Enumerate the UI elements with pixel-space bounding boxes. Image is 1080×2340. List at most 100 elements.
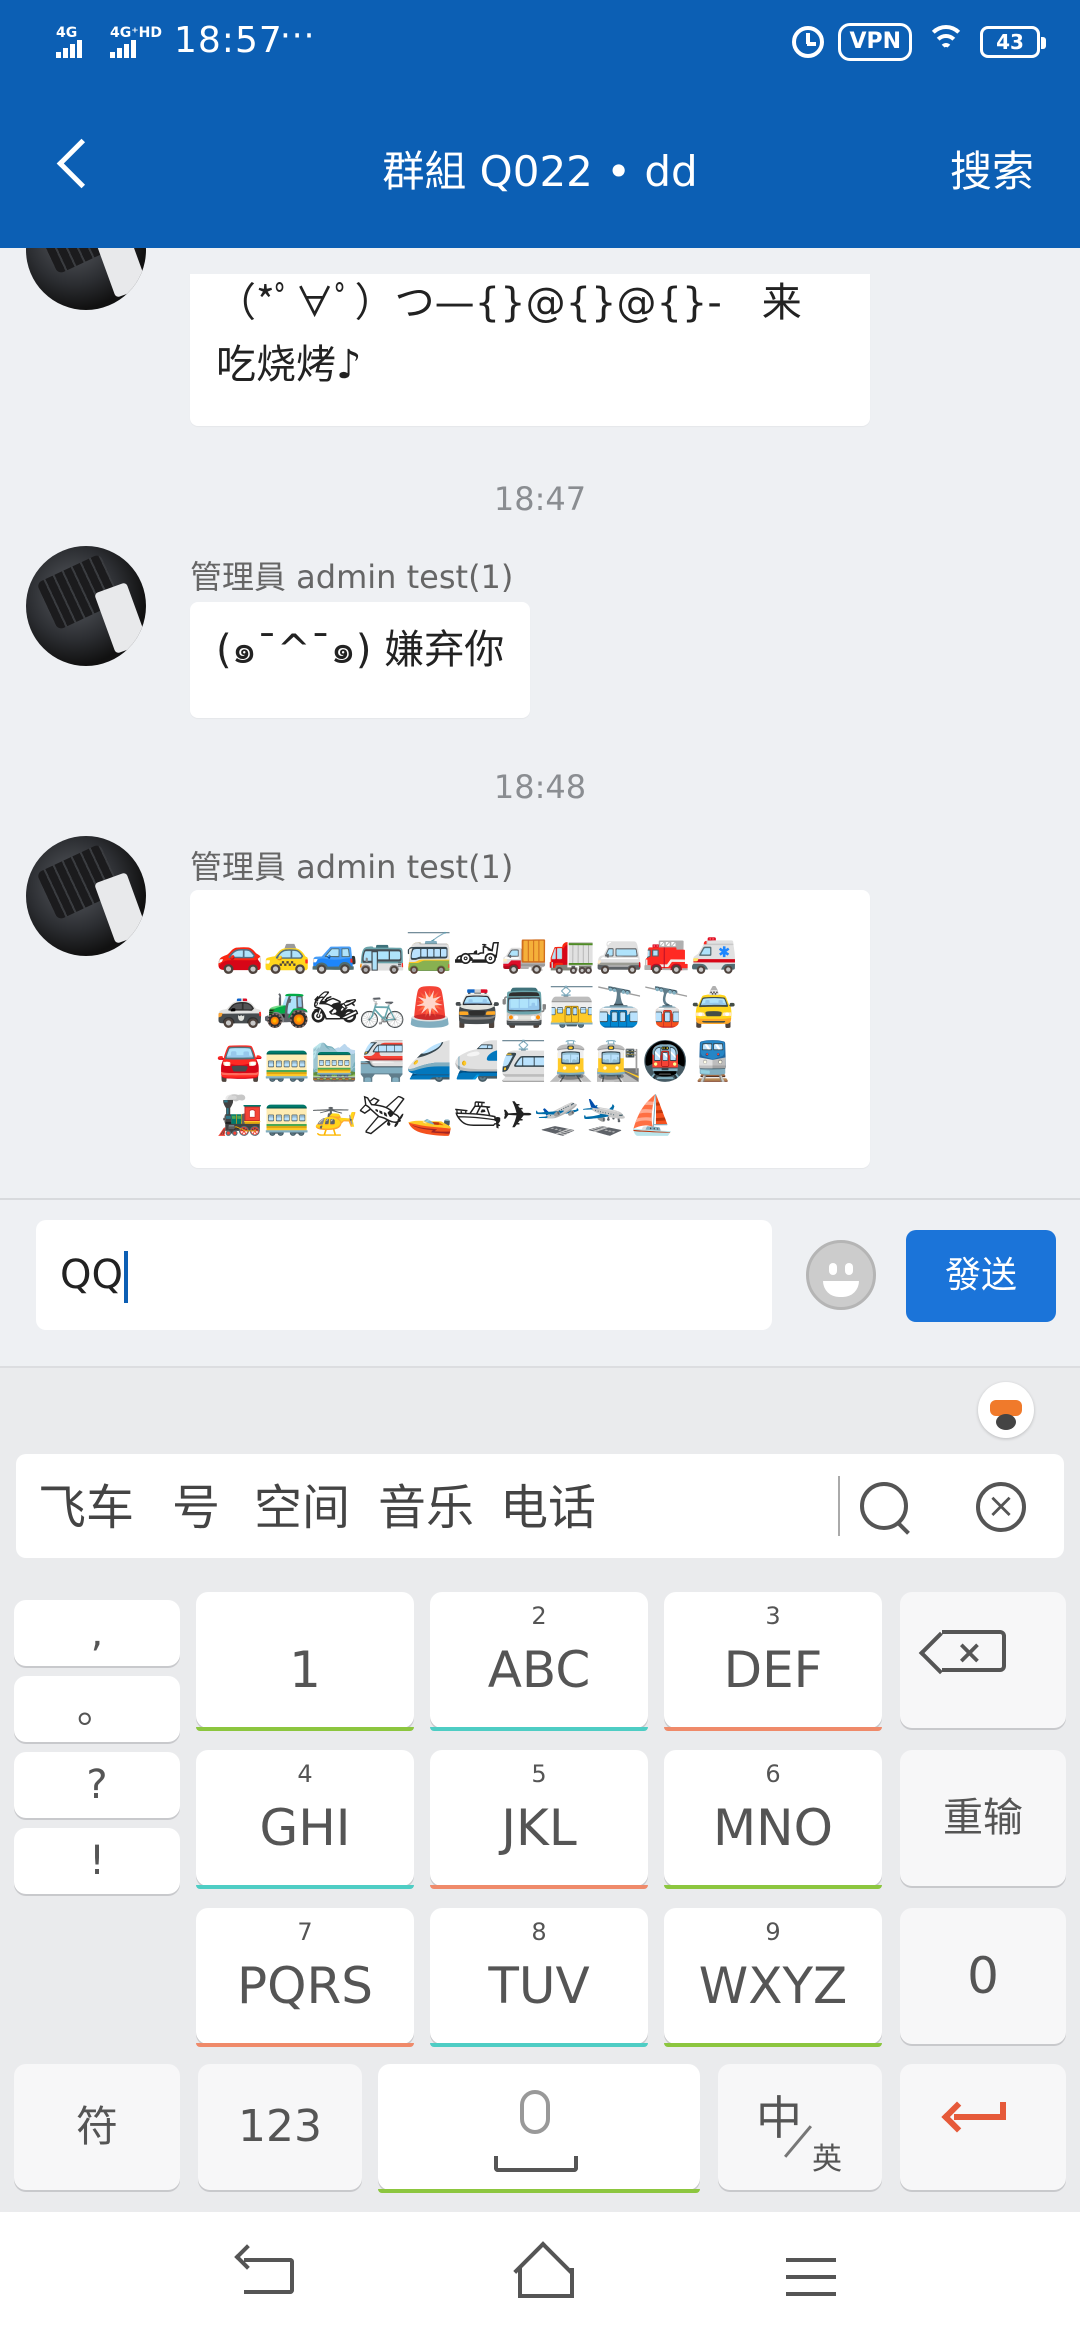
search-icon[interactable] [860, 1482, 908, 1530]
key-pqrs[interactable]: 7 PQRS [196, 1908, 414, 2047]
message-bubble[interactable]: 🚗🚕🚙🚌🚎🏎🚚🚛🚐🚒🚑 🚓🚜🏍🚲🚨🚔🚍🚋🚠🚡🚖 🚘🚃🚞🚝🚄🚅🚈🚊🚉🚇🚆 🚂🚃🚁🛩… [190, 890, 870, 1168]
back-button[interactable] [52, 134, 102, 194]
nav-home-icon[interactable] [512, 2252, 574, 2298]
key-label: GHI [259, 1799, 351, 1857]
signal-indicator-1: 4G [56, 26, 84, 58]
keyboard-mascot-icon[interactable] [978, 1382, 1034, 1438]
key-label: TUV [488, 1957, 590, 2015]
candidate-bar: 飞车 号 空间 音乐 电话 × [16, 1454, 1064, 1558]
avatar[interactable] [26, 546, 146, 666]
space-key[interactable] [378, 2064, 700, 2193]
key-label: DEF [723, 1641, 823, 1699]
nav-menu-icon[interactable] [786, 2258, 836, 2296]
backspace-key[interactable]: × [900, 1592, 1066, 1728]
space-icon [494, 2156, 578, 2172]
emoji-picker-icon[interactable] [806, 1240, 876, 1310]
symbols-key[interactable]: 符 [14, 2064, 180, 2190]
input-value: QQ [60, 1252, 123, 1298]
key-0[interactable]: 0 [900, 1908, 1066, 2044]
message-text: 吃烧烤♪ [216, 342, 362, 388]
candidate-item[interactable]: 飞车 [38, 1482, 134, 1534]
message-timestamp: 18:47 [493, 480, 587, 518]
key-number: 7 [297, 1918, 313, 1946]
network-label-2: 4G⁺HD [110, 25, 162, 41]
sender-name: 管理員 admin test(1) [190, 558, 514, 596]
system-nav-bar [0, 2212, 1080, 2340]
signal-bars-icon [110, 40, 138, 58]
emoji-row: 🚗🚕🚙🚌🚎🏎🚚🚛🚐🚒🚑 [216, 931, 738, 975]
key-accent [430, 1727, 648, 1731]
key-number: 5 [531, 1760, 547, 1788]
avatar[interactable] [26, 248, 146, 310]
send-button[interactable]: 發送 [906, 1230, 1056, 1322]
status-bar: 4G 4G⁺HD 18:57 ··· VPN 43 [0, 0, 1080, 86]
status-icons: VPN 43 [792, 20, 1046, 64]
key-label: 1 [289, 1641, 321, 1699]
network-label-1: 4G [56, 25, 78, 41]
message-bubble[interactable]: （*ﾟ∀ﾟ）つ—{}@{}@{}- 来 吃烧烤♪ [190, 274, 870, 426]
key-accent [196, 1885, 414, 1889]
app-header: 4G 4G⁺HD 18:57 ··· VPN 43 群組 Q022 • dd 搜… [0, 0, 1080, 248]
candidate-item[interactable]: 电话 [500, 1482, 596, 1534]
message-bubble[interactable]: (๑¯^¯๑) 嫌弃你 [190, 602, 531, 718]
key-accent [664, 1885, 882, 1889]
punct-key[interactable]: 。 [14, 1676, 180, 1742]
key-accent [664, 2043, 882, 2047]
key-accent [196, 1727, 414, 1731]
close-icon[interactable]: × [976, 1482, 1026, 1532]
avatar[interactable] [26, 836, 146, 956]
key-abc[interactable]: 2 ABC [430, 1592, 648, 1731]
enter-key[interactable] [900, 2064, 1066, 2190]
candidate-item[interactable]: 号 [172, 1482, 220, 1534]
key-label: MNO [713, 1799, 833, 1857]
composer: QQ 發送 [0, 1198, 1080, 1366]
key-mno[interactable]: 6 MNO [664, 1750, 882, 1889]
message-text: (๑¯^¯๑) 嫌弃你 [216, 627, 505, 673]
retype-key[interactable]: 重输 [900, 1750, 1066, 1886]
microphone-icon [520, 2090, 550, 2134]
key-accent [664, 1727, 882, 1731]
alarm-icon [792, 26, 825, 58]
key-ghi[interactable]: 4 GHI [196, 1750, 414, 1889]
numbers-key[interactable]: 123 [198, 2064, 362, 2190]
key-jkl[interactable]: 5 JKL [430, 1750, 648, 1889]
battery-icon: 43 [980, 26, 1046, 58]
key-def[interactable]: 3 DEF [664, 1592, 882, 1731]
emoji-grid: 🚗🚕🚙🚌🚎🏎🚚🚛🚐🚒🚑 🚓🚜🏍🚲🚨🚔🚍🚋🚠🚡🚖 🚘🚃🚞🚝🚄🚅🚈🚊🚉🚇🚆 🚂🚃🚁🛩… [216, 926, 856, 1142]
key-number: 4 [297, 1760, 313, 1788]
key-accent [378, 2189, 700, 2193]
key-label: PQRS [237, 1957, 373, 2015]
emoji-row: 🚂🚃🚁🛩🚤🛥✈🛫🛬⛵ [216, 1093, 676, 1137]
enter-icon [954, 2102, 1006, 2120]
signal-indicator-2: 4G⁺HD [110, 26, 162, 58]
key-label: JKL [501, 1799, 577, 1857]
candidate-item[interactable]: 空间 [254, 1482, 350, 1534]
punct-key[interactable]: , [14, 1600, 180, 1666]
candidate-item[interactable]: 音乐 [378, 1482, 474, 1534]
language-switch-key[interactable]: 中 英 [718, 2064, 882, 2190]
text-cursor [123, 1251, 128, 1303]
key-1[interactable]: 1 [196, 1592, 414, 1731]
key-number: 9 [765, 1918, 781, 1946]
page-title: 群組 Q022 • dd [382, 147, 698, 196]
key-tuv[interactable]: 8 TUV [430, 1908, 648, 2047]
key-label: ABC [487, 1641, 591, 1699]
lang-main: 中 [756, 2091, 802, 2145]
punct-key[interactable]: ! [14, 1828, 180, 1894]
status-time: 18:57 [174, 20, 283, 61]
key-number: 8 [531, 1918, 547, 1946]
search-button[interactable]: 搜索 [950, 138, 1034, 199]
punct-key[interactable]: ? [14, 1752, 180, 1818]
key-number: 3 [765, 1602, 781, 1630]
backspace-icon: × [942, 1630, 1006, 1672]
message-text: （*ﾟ∀ﾟ）つ—{}@{}@{}- 来 [216, 280, 802, 326]
key-accent [430, 2043, 648, 2047]
vpn-badge: VPN [838, 23, 912, 61]
nav-back-icon[interactable] [244, 2258, 294, 2294]
key-number: 6 [765, 1760, 781, 1788]
message-input[interactable]: QQ [36, 1220, 772, 1330]
wifi-icon [926, 25, 966, 59]
more-notifications: ··· [280, 16, 316, 56]
key-wxyz[interactable]: 9 WXYZ [664, 1908, 882, 2047]
chat-messages[interactable]: （*ﾟ∀ﾟ）つ—{}@{}@{}- 来 吃烧烤♪ 18:47 管理員 admin… [0, 248, 1080, 1198]
